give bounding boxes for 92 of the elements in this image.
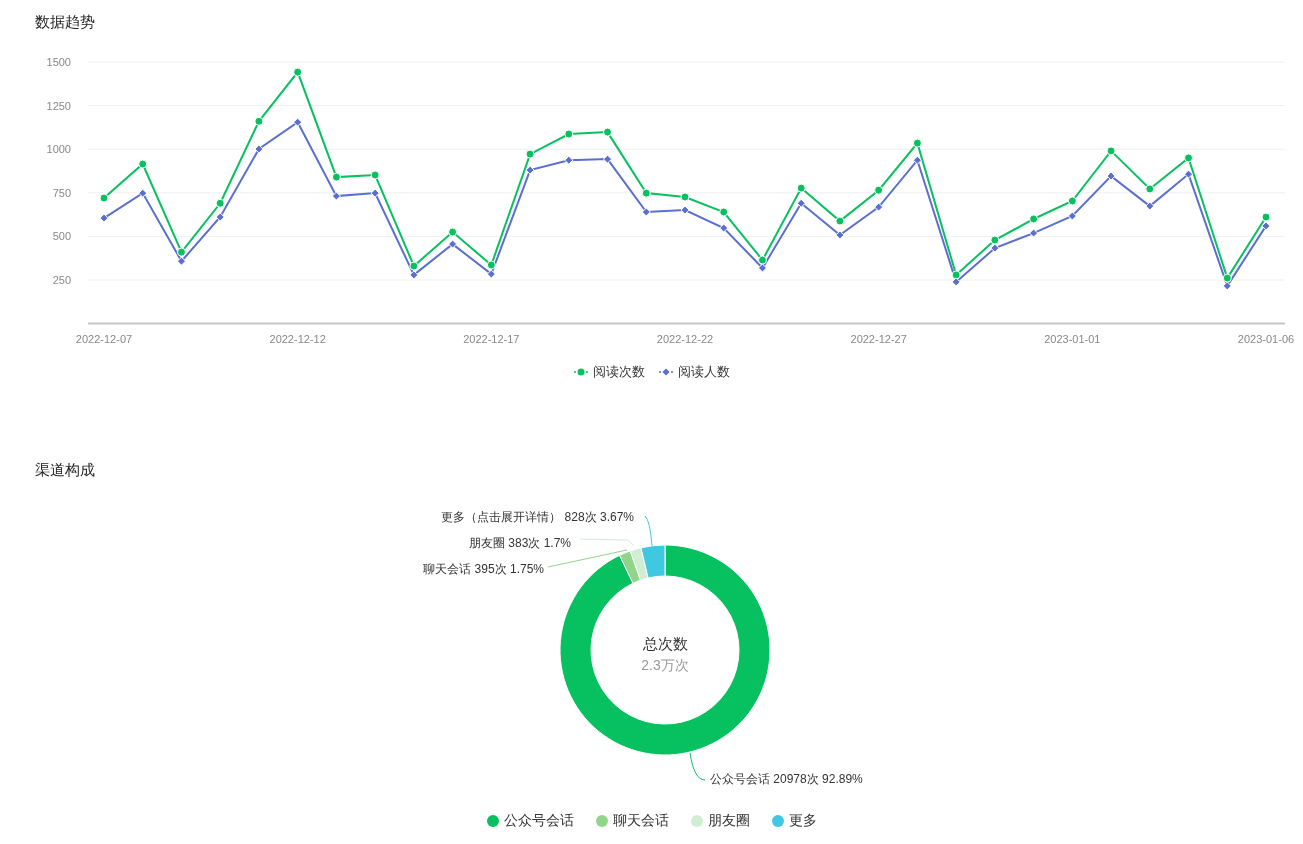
legend-item[interactable]: 更多 — [771, 810, 817, 831]
leader-line — [644, 515, 653, 547]
data-point — [370, 188, 380, 198]
data-point — [757, 263, 767, 273]
data-point — [525, 149, 535, 159]
data-point — [835, 216, 845, 226]
y-tick-label: 1000 — [46, 143, 71, 156]
data-point — [370, 170, 380, 180]
slice-label: 更多（点击展开详情） 828次 3.67% — [441, 510, 634, 524]
data-point — [331, 191, 341, 201]
data-point — [1067, 211, 1077, 221]
data-point — [1106, 146, 1116, 156]
data-point — [1222, 273, 1232, 283]
data-point — [409, 270, 419, 280]
data-point — [757, 255, 767, 265]
data-point — [1261, 221, 1271, 231]
slice-label: 公众号会话 20978次 92.89% — [710, 772, 863, 786]
data-point — [215, 212, 225, 222]
data-point — [719, 223, 729, 233]
data-point — [254, 116, 264, 126]
leader-line — [689, 752, 706, 781]
data-point — [1029, 214, 1039, 224]
section-title: 渠道构成 — [35, 461, 95, 478]
data-point — [176, 247, 186, 257]
data-point — [525, 165, 535, 175]
data-point — [951, 270, 961, 280]
x-tick-label: 2022-12-12 — [269, 332, 326, 345]
data-point — [719, 207, 729, 217]
data-point — [1145, 184, 1155, 194]
y-tick-label: 250 — [52, 274, 71, 286]
data-point — [215, 198, 225, 208]
data-point — [874, 202, 884, 212]
data-point — [1029, 228, 1039, 238]
data-point — [1184, 169, 1194, 179]
data-point — [951, 277, 961, 287]
y-tick-label: 1250 — [46, 99, 71, 112]
data-point — [603, 154, 613, 164]
data-point — [641, 188, 651, 198]
legend-item[interactable]: 阅读人数 — [658, 362, 730, 382]
data-point — [448, 239, 458, 249]
data-point — [641, 207, 651, 217]
x-tick-label: 2023-01-06 — [1237, 332, 1295, 345]
data-point — [1184, 153, 1194, 163]
slice-label: 朋友圈 383次 1.7% — [468, 536, 571, 550]
x-tick-label: 2022-12-22 — [656, 332, 714, 345]
data-point — [409, 261, 419, 271]
legend-item[interactable]: 聊天会话 — [595, 810, 669, 831]
data-point — [1067, 196, 1077, 206]
y-tick-label: 1500 — [46, 56, 71, 68]
data-point — [990, 243, 1000, 253]
data-point — [912, 155, 922, 165]
data-point — [835, 230, 845, 240]
data-point — [796, 198, 806, 208]
data-point — [293, 117, 303, 127]
x-tick-label: 2022-12-07 — [75, 332, 133, 345]
data-point — [680, 192, 690, 202]
legend-item[interactable]: 朋友圈 — [690, 810, 750, 831]
data-point — [796, 183, 806, 193]
center-label: 总次数 — [642, 635, 688, 652]
data-point — [486, 260, 496, 270]
data-point — [176, 256, 186, 266]
data-point — [564, 155, 574, 165]
y-tick-label: 500 — [52, 230, 71, 243]
center-value: 2.3万次 — [641, 657, 689, 673]
data-point — [1261, 212, 1271, 222]
data-point — [138, 159, 148, 169]
legend-item[interactable]: 公众号会话 — [486, 810, 574, 831]
data-point — [912, 138, 922, 148]
data-point — [990, 235, 1000, 245]
y-tick-label: 750 — [52, 186, 71, 199]
data-point — [680, 205, 690, 215]
x-tick-label: 2022-12-17 — [463, 332, 520, 345]
data-point — [1222, 281, 1232, 291]
data-point — [254, 144, 264, 154]
data-point — [99, 213, 109, 223]
data-point — [1106, 171, 1116, 181]
data-point — [293, 67, 303, 77]
legend-item[interactable]: 阅读次数 — [573, 362, 645, 382]
data-point — [448, 227, 458, 237]
x-tick-label: 2023-01-01 — [1044, 332, 1101, 345]
slice-label: 聊天会话 395次 1.75% — [423, 562, 544, 576]
leader-line — [579, 538, 635, 547]
data-point — [874, 185, 884, 195]
data-point — [331, 172, 341, 182]
data-point — [99, 193, 109, 203]
data-point — [564, 129, 574, 139]
x-tick-label: 2022-12-27 — [850, 332, 907, 345]
data-point — [138, 188, 148, 198]
section-title: 数据趋势 — [35, 13, 95, 30]
data-point — [486, 269, 496, 279]
data-point — [603, 127, 613, 137]
data-point — [1145, 201, 1155, 211]
